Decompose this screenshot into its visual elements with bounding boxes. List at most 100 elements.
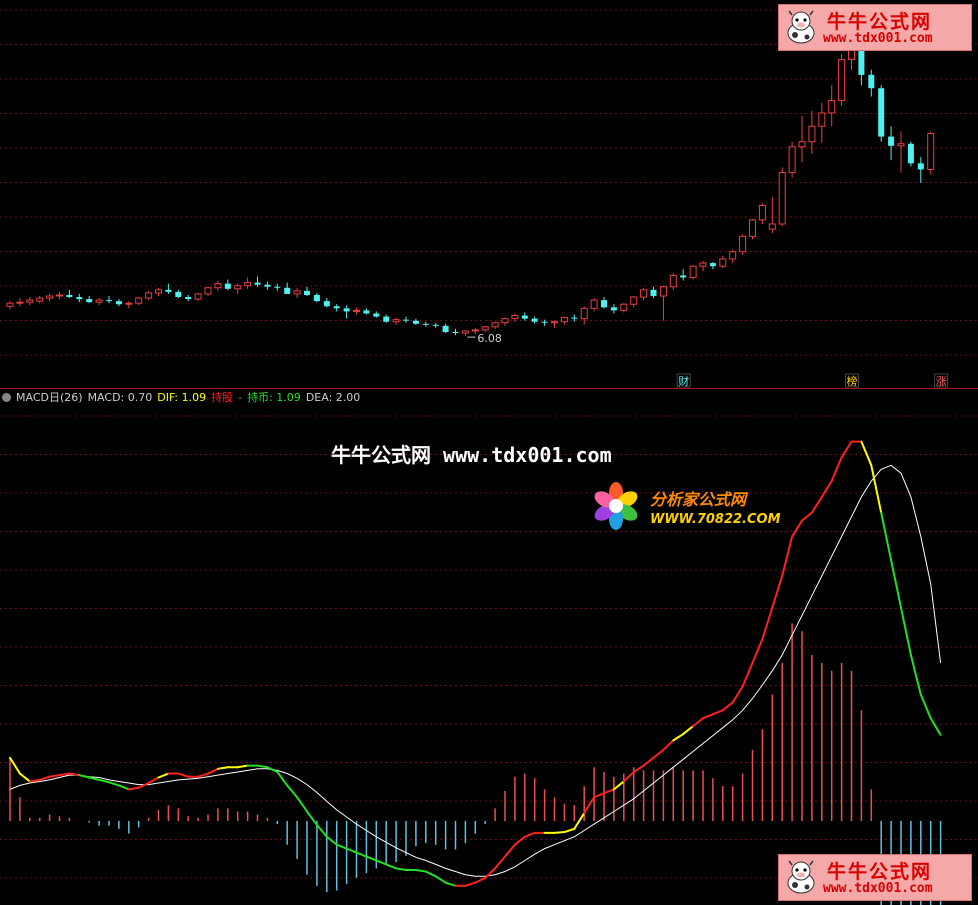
candle-body-down[interactable] xyxy=(274,286,281,288)
candle-body-down[interactable] xyxy=(363,310,370,314)
candle-body-up[interactable] xyxy=(788,146,796,174)
indicator-toggle-icon[interactable] xyxy=(2,393,11,402)
candle-body-up[interactable] xyxy=(392,319,400,323)
candle-body-down[interactable] xyxy=(313,294,320,302)
candle-body-up[interactable] xyxy=(95,299,103,303)
event-badge-text[interactable]: 财 xyxy=(678,374,689,388)
candle-body-up[interactable] xyxy=(234,285,242,290)
candle-body-down[interactable] xyxy=(650,289,657,296)
candle-body-down[interactable] xyxy=(601,300,607,308)
candle-body-down[interactable] xyxy=(571,317,578,319)
candle-body-up[interactable] xyxy=(125,302,133,305)
macd-chart[interactable] xyxy=(0,406,978,905)
candle-body-up[interactable] xyxy=(719,258,727,267)
price-candlestick-chart[interactable]: 6.08 财 榜 涨 xyxy=(0,0,978,388)
candle-body-up[interactable] xyxy=(145,292,153,299)
candle-body-up[interactable] xyxy=(659,286,667,297)
candle-body-down[interactable] xyxy=(373,313,380,317)
candle-body-down[interactable] xyxy=(66,294,73,298)
candle-body-down[interactable] xyxy=(264,284,271,287)
candle-body-up[interactable] xyxy=(798,141,806,148)
candle-body-down[interactable] xyxy=(442,325,449,332)
candle-body-down[interactable] xyxy=(878,88,885,137)
candle-body-up[interactable] xyxy=(46,295,54,299)
candle-body-up[interactable] xyxy=(244,282,252,287)
candle-body-up[interactable] xyxy=(135,297,143,304)
candle-body-up[interactable] xyxy=(669,274,677,288)
candle-body-down[interactable] xyxy=(531,318,538,322)
candle-body-up[interactable] xyxy=(620,303,628,311)
candle-body-up[interactable] xyxy=(293,290,301,295)
candle-body-down[interactable] xyxy=(709,263,716,267)
candle-body-down[interactable] xyxy=(304,290,310,295)
event-badge-text[interactable]: 涨 xyxy=(936,375,947,388)
candle-body-down[interactable] xyxy=(412,320,419,324)
candle-body-up[interactable] xyxy=(808,125,816,143)
candle-body-down[interactable] xyxy=(165,289,172,292)
candle-body-up[interactable] xyxy=(214,283,222,289)
candle-body-up[interactable] xyxy=(818,112,826,127)
event-badge-text[interactable]: 榜 xyxy=(847,374,858,388)
candle-body-up[interactable] xyxy=(481,326,489,331)
candle-body-down[interactable] xyxy=(422,323,429,325)
candle-body-up[interactable] xyxy=(56,294,63,297)
candle-body-up[interactable] xyxy=(26,299,34,303)
candle-body-down[interactable] xyxy=(917,163,924,170)
candle-body-up[interactable] xyxy=(768,223,776,230)
candle-body-up[interactable] xyxy=(204,287,212,295)
candle-body-down[interactable] xyxy=(343,308,350,312)
candle-body-down[interactable] xyxy=(333,306,340,309)
candle-body-down[interactable] xyxy=(868,74,875,89)
candle-body-up[interactable] xyxy=(749,219,756,237)
macd-name[interactable]: MACD日(26) xyxy=(16,391,83,404)
candle-body-up[interactable] xyxy=(778,172,786,225)
candle-body-down[interactable] xyxy=(403,319,409,321)
candle-body-up[interactable] xyxy=(580,307,588,320)
candle-body-up[interactable] xyxy=(630,296,638,305)
candle-body-up[interactable] xyxy=(689,265,697,278)
candle-body-up[interactable] xyxy=(155,289,162,294)
candle-body-up[interactable] xyxy=(739,235,747,253)
candle-body-down[interactable] xyxy=(284,287,291,294)
candle-body-down[interactable] xyxy=(86,299,93,303)
candle-body-up[interactable] xyxy=(828,100,836,114)
candle-body-up[interactable] xyxy=(491,322,499,328)
candle-body-down[interactable] xyxy=(76,297,83,300)
candle-body-down[interactable] xyxy=(115,301,122,305)
candle-body-down[interactable] xyxy=(323,301,330,307)
candle-body-up[interactable] xyxy=(560,317,568,323)
candle-body-up[interactable] xyxy=(194,293,202,300)
candle-body-down[interactable] xyxy=(907,143,914,164)
candle-body-up[interactable] xyxy=(590,299,598,309)
candle-body-down[interactable] xyxy=(541,321,548,323)
candle-body-down[interactable] xyxy=(175,291,182,298)
candle-body-down[interactable] xyxy=(432,324,439,326)
candle-body-up[interactable] xyxy=(461,330,469,334)
candle-body-up[interactable] xyxy=(897,143,905,147)
candle-body-up[interactable] xyxy=(838,58,846,102)
candle-body-up[interactable] xyxy=(471,329,479,332)
candle-body-down[interactable] xyxy=(224,283,231,289)
candle-body-up[interactable] xyxy=(501,318,509,324)
candle-body-up[interactable] xyxy=(36,297,44,302)
candle-body-up[interactable] xyxy=(551,321,558,324)
candle-body-up[interactable] xyxy=(353,309,360,312)
candle-body-up[interactable] xyxy=(758,204,766,221)
candle-body-up[interactable] xyxy=(6,302,14,307)
candle-body-down[interactable] xyxy=(610,307,617,311)
candle-body-down[interactable] xyxy=(521,315,528,319)
candle-body-down[interactable] xyxy=(858,49,865,75)
candle-body-down[interactable] xyxy=(452,332,459,334)
candle-body-down[interactable] xyxy=(383,316,390,322)
candle-body-down[interactable] xyxy=(680,275,687,278)
candle-body-down[interactable] xyxy=(888,136,895,146)
candle-body-up[interactable] xyxy=(699,262,707,267)
candle-body-up[interactable] xyxy=(729,251,737,260)
candle-body-up[interactable] xyxy=(640,289,648,298)
candle-body-up[interactable] xyxy=(927,132,935,170)
candle-body-down[interactable] xyxy=(185,297,192,300)
candle-body-up[interactable] xyxy=(16,301,24,304)
candle-body-down[interactable] xyxy=(254,282,261,285)
candle-body-down[interactable] xyxy=(106,300,112,302)
candle-body-up[interactable] xyxy=(511,315,519,320)
